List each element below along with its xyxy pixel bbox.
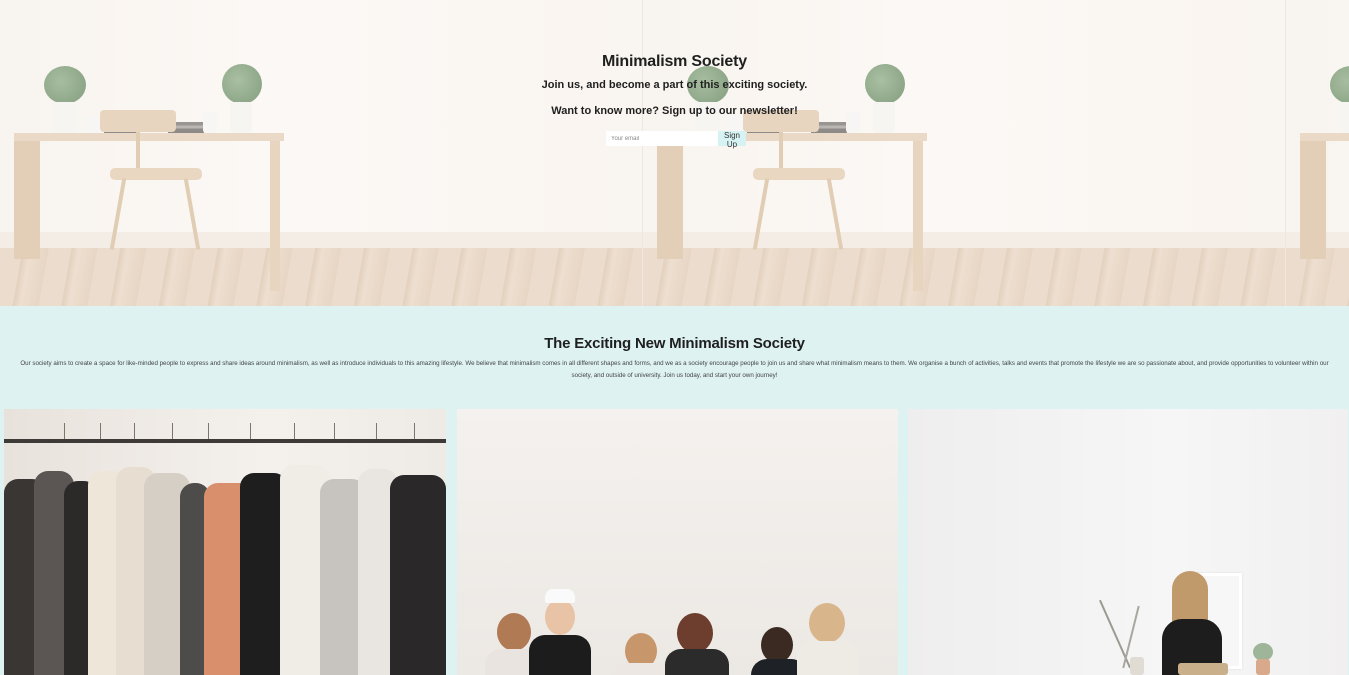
newsletter-form: Sign Up <box>606 131 746 149</box>
about-text: Our society aims to create a space for l… <box>20 360 1329 379</box>
gallery-section <box>0 409 1349 675</box>
hero-title: Minimalism Society <box>602 53 747 70</box>
email-input[interactable] <box>606 131 718 146</box>
group-people-image <box>457 409 898 675</box>
newsletter-prompt: Want to know more? Sign up to our newsle… <box>551 105 798 117</box>
hero-subtitle: Join us, and become a part of this excit… <box>541 79 808 91</box>
clothes-rack-image <box>4 409 446 675</box>
about-section: The Exciting New Minimalism Society Our … <box>0 306 1349 409</box>
signup-button[interactable]: Sign Up <box>718 131 746 149</box>
hero-section: Minimalism Society Join us, and become a… <box>0 0 1349 306</box>
hero-content: Minimalism Society Join us, and become a… <box>0 0 1349 306</box>
desk-woman-image <box>908 409 1348 675</box>
about-title: The Exciting New Minimalism Society <box>544 335 805 352</box>
